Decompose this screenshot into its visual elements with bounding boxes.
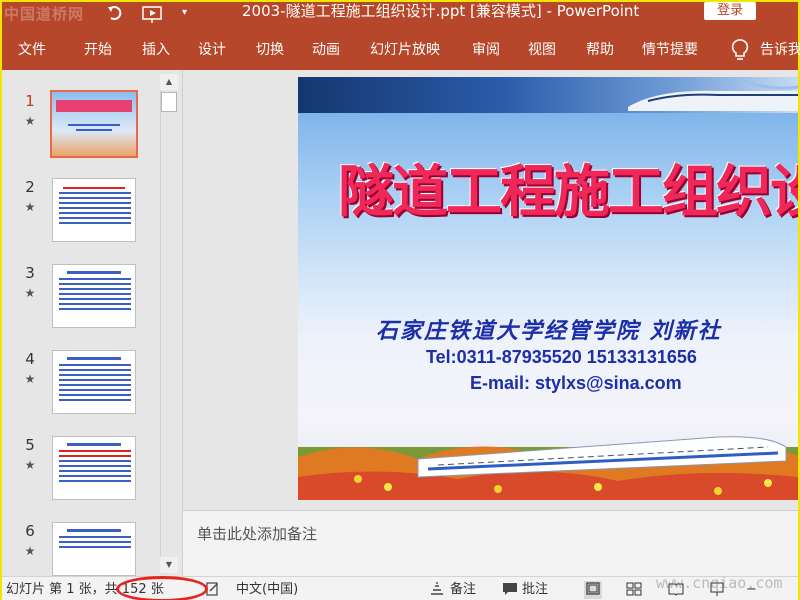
notes-button[interactable]: 备注 xyxy=(450,581,476,599)
thumbnail-number: 5 xyxy=(25,436,35,454)
scroll-up-icon[interactable]: ▲ xyxy=(160,74,178,90)
train-flowers-image xyxy=(298,417,798,500)
slideshow-from-start-icon[interactable] xyxy=(140,3,166,25)
watermark-text: www.cnqiao.com xyxy=(656,574,783,592)
star-icon: ★ xyxy=(24,372,36,386)
star-icon: ★ xyxy=(24,544,36,558)
thumbnail-slide-image[interactable] xyxy=(52,264,136,328)
thumbnail-scrollbar[interactable] xyxy=(160,74,178,574)
slide-title[interactable]: 隧道工程施工组织设计 xyxy=(338,157,798,227)
lightbulb-icon[interactable] xyxy=(730,38,750,62)
thumbnail-4[interactable]: 4 ★ xyxy=(2,350,158,430)
thumbnail-2[interactable]: 2 ★ xyxy=(2,178,158,258)
slide-editor[interactable]: 隧道工程施工组织设计 石家庄铁道大学经管学院 刘新社 Tel:0311-8793… xyxy=(298,77,798,500)
tab-view[interactable]: 视图 xyxy=(528,40,556,60)
thumbnail-slide-image[interactable] xyxy=(52,350,136,414)
login-button[interactable]: 登录 xyxy=(704,2,756,20)
thumbnail-3[interactable]: 3 ★ xyxy=(2,264,158,344)
tab-insert[interactable]: 插入 xyxy=(142,40,170,60)
tab-file[interactable]: 文件 xyxy=(18,40,46,60)
notes-icon[interactable] xyxy=(430,581,444,599)
notes-placeholder[interactable]: 单击此处添加备注 xyxy=(197,523,317,544)
thumbnail-1[interactable]: 1 ★ xyxy=(2,90,158,172)
tab-help[interactable]: 帮助 xyxy=(586,40,614,60)
thumbnail-slide-image[interactable] xyxy=(52,522,136,576)
thumbnail-number: 1 xyxy=(25,92,35,110)
tab-animations[interactable]: 动画 xyxy=(312,40,340,60)
scroll-down-icon[interactable]: ▼ xyxy=(160,557,178,573)
tab-review[interactable]: 审阅 xyxy=(472,40,500,60)
slide-author[interactable]: 石家庄铁道大学经管学院 刘新社 xyxy=(376,313,796,344)
language-indicator[interactable]: 中文(中国) xyxy=(236,581,298,599)
tab-storyboard[interactable]: 情节提要 xyxy=(642,40,698,60)
thumbnail-number: 3 xyxy=(25,264,35,282)
scrollbar-thumb[interactable] xyxy=(161,92,177,112)
thumbnail-5[interactable]: 5 ★ xyxy=(2,436,158,516)
ribbon-tabs: 文件 开始 插入 设计 切换 动画 幻灯片放映 审阅 视图 帮助 情节提要 告诉… xyxy=(2,26,800,70)
red-annotation-circle xyxy=(116,576,208,600)
undo-icon[interactable] xyxy=(106,2,128,24)
normal-view-icon[interactable] xyxy=(584,581,602,599)
tab-transitions[interactable]: 切换 xyxy=(256,40,284,60)
title-bar: 中国道桥网 ▾ 2003-隧道工程施工组织设计.ppt [兼容模式] - Pow… xyxy=(2,2,798,26)
tab-slideshow[interactable]: 幻灯片放映 xyxy=(370,40,440,60)
spellcheck-icon[interactable] xyxy=(206,581,220,599)
slide-phone[interactable]: Tel:0311-87935520 15133131656 xyxy=(426,347,756,371)
comment-icon[interactable] xyxy=(502,581,518,599)
thumbnail-slide-image[interactable] xyxy=(52,436,136,500)
thumbnail-number: 6 xyxy=(25,522,35,540)
tab-home[interactable]: 开始 xyxy=(84,40,112,60)
thumbnail-slide-image[interactable] xyxy=(50,90,138,158)
slide-sorter-icon[interactable] xyxy=(626,581,642,599)
slide-email[interactable]: E-mail: stylxs@sina.com xyxy=(470,373,730,397)
tab-design[interactable]: 设计 xyxy=(198,40,226,60)
notes-pane[interactable]: 单击此处添加备注 xyxy=(183,510,798,576)
comments-button[interactable]: 批注 xyxy=(522,581,548,599)
thumbnail-number: 4 xyxy=(25,350,35,368)
star-icon: ★ xyxy=(24,114,36,128)
star-icon: ★ xyxy=(24,458,36,472)
train-banner-image xyxy=(298,77,798,113)
thumbnail-number: 2 xyxy=(25,178,35,196)
star-icon: ★ xyxy=(24,286,36,300)
star-icon: ★ xyxy=(24,200,36,214)
slide-thumbnail-pane: 1 ★ 2 ★ 3 ★ 4 ★ 5 ★ 6 ★ xyxy=(2,70,182,576)
tell-me-search[interactable]: 告诉我 xyxy=(760,40,800,60)
thumbnail-slide-image[interactable] xyxy=(52,178,136,242)
customize-toolbar-icon[interactable]: ▾ xyxy=(182,3,196,25)
window-title: 2003-隧道工程施工组织设计.ppt [兼容模式] - PowerPoint xyxy=(242,2,640,20)
